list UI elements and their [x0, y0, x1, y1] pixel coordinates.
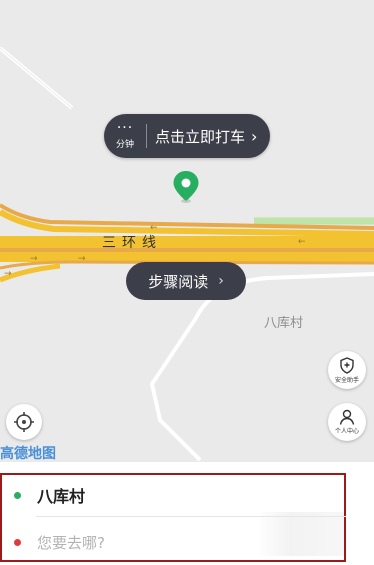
chevron-right-icon: ›	[251, 126, 258, 146]
crosshair-icon	[14, 412, 34, 432]
profile-center-button[interactable]: 个人中心	[328, 403, 366, 441]
eta-value: ···	[116, 119, 134, 136]
shield-icon	[340, 356, 354, 374]
safety-assistant-caption: 安全助手	[334, 376, 359, 384]
eta-unit-label: 分钟	[115, 139, 134, 150]
steps-reading-label: 步骤阅读	[148, 272, 209, 291]
call-car-label[interactable]: 点击立即打车	[147, 126, 245, 147]
origin-dot-icon	[14, 491, 21, 499]
svg-text:→: →	[4, 269, 12, 279]
origin-row[interactable]: 八库村	[0, 473, 346, 517]
safety-assistant-button[interactable]: 安全助手	[328, 351, 366, 389]
destination-dot-icon	[14, 538, 21, 546]
destination-input[interactable]: 您要去哪?	[37, 532, 105, 553]
chevron-right-icon: ›	[218, 273, 224, 289]
map-provider-logo: 高德地图	[0, 446, 56, 462]
steps-reading-button[interactable]: 步骤阅读 ›	[126, 262, 246, 300]
pickup-pin-icon[interactable]	[172, 170, 200, 204]
place-label: 八库村	[264, 316, 304, 331]
eta-block: ··· 分钟	[104, 114, 146, 158]
svg-text:→: →	[30, 254, 38, 264]
road-network: ← ← → → →	[0, 46, 374, 462]
map-view[interactable]: ← ← → → → ··· 分钟 点击立即打车 › 三环线 八库村 步骤阅读 ›…	[0, 0, 374, 462]
locate-me-button[interactable]	[6, 404, 42, 440]
destination-row[interactable]: 您要去哪?	[0, 520, 346, 564]
road-label: 三环线	[102, 235, 162, 251]
trip-panel: 八库村 您要去哪?	[0, 462, 374, 565]
svg-text:←: ←	[298, 237, 306, 247]
svg-text:→: →	[78, 254, 86, 264]
call-car-bubble[interactable]: ··· 分钟 点击立即打车 ›	[104, 114, 270, 158]
row-divider	[36, 516, 346, 517]
user-icon	[339, 409, 355, 425]
profile-center-caption: 个人中心	[334, 428, 359, 435]
origin-label: 八库村	[37, 487, 86, 506]
